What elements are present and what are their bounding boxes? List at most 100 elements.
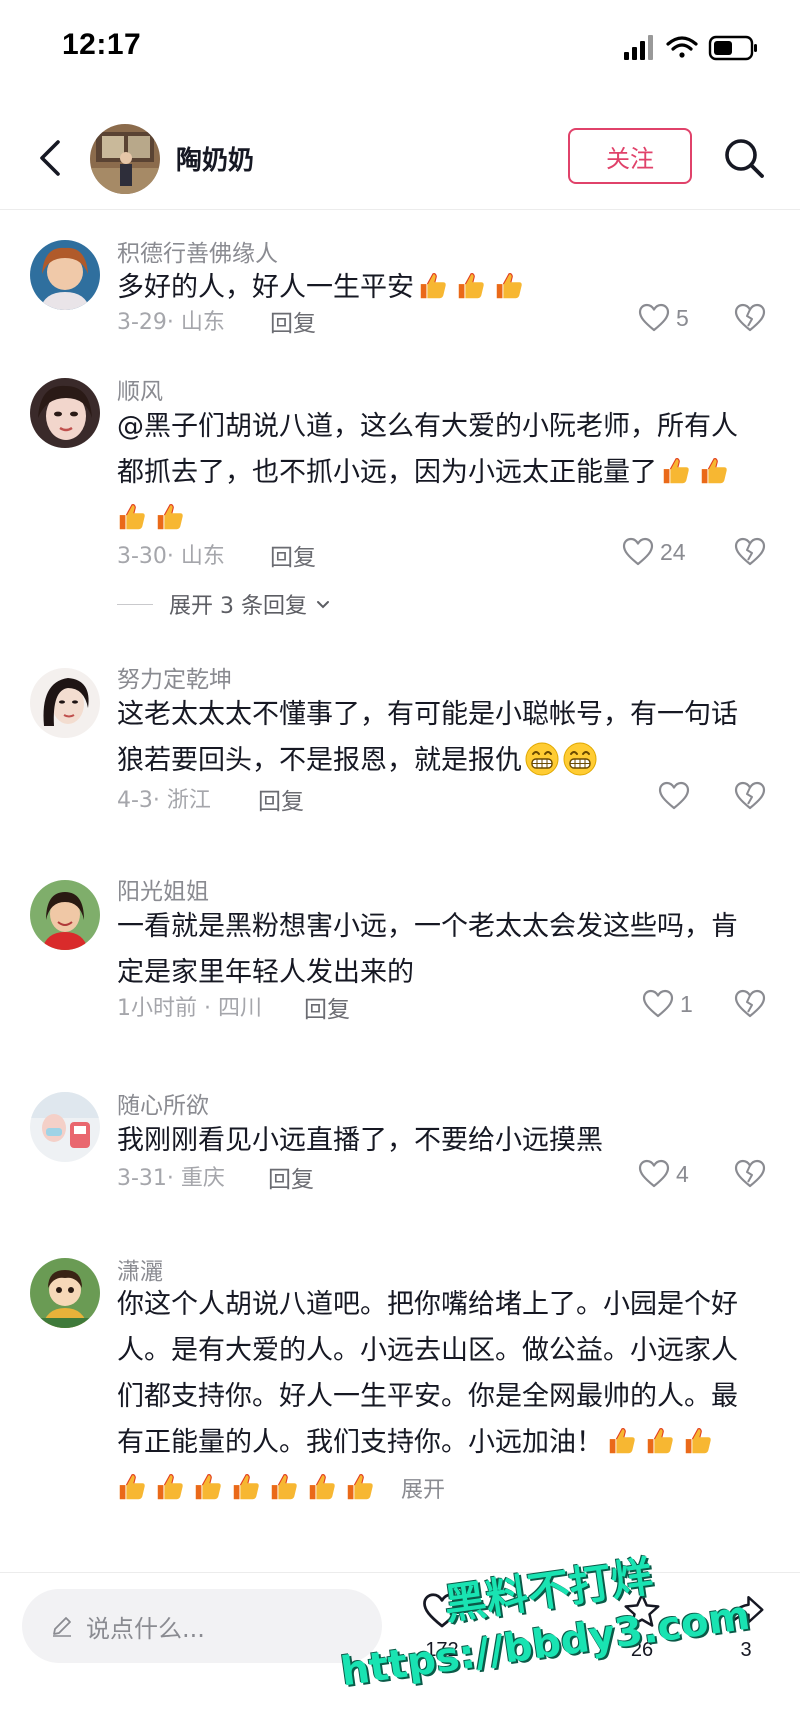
comment-meta: 3-31· 重庆: [117, 1166, 225, 1191]
expand-comment-button[interactable]: 展开: [401, 1478, 445, 1503]
avatar[interactable]: [30, 1258, 100, 1328]
thumbs-up-emoji: [155, 502, 185, 532]
comment-text: 这老太太太不懂事了，有可能是小聪帐号，有一句话 狼若要回头，不是报恩，就是报仇: [117, 692, 767, 784]
comment-text: 一看就是黑粉想害小远，一个老太太会发这些吗，肯 定是家里年轻人发出来的: [117, 904, 767, 996]
comment-username[interactable]: 潇灑: [117, 1252, 163, 1286]
thumbs-up-emoji: [699, 456, 729, 486]
thumbs-up-emoji: [683, 1426, 713, 1456]
comment-text-content: 都抓去了，也不抓小远，因为小远太正能量了: [117, 457, 657, 488]
thumbs-up-emoji: [494, 271, 524, 301]
comment-text-content: 有正能量的人。我们支持你。小远加油！: [117, 1427, 603, 1458]
heart-icon: [642, 988, 674, 1020]
comment-input-placeholder: 说点什么...: [86, 1614, 205, 1643]
comment-input[interactable]: 说点什么...: [22, 1589, 382, 1663]
thumbs-up-emoji: [117, 502, 147, 532]
follow-button[interactable]: 关注: [568, 128, 692, 184]
comment-text-line: 展开: [117, 1466, 767, 1514]
like-button[interactable]: [658, 780, 696, 812]
avatar[interactable]: [30, 240, 100, 310]
like-button[interactable]: 24: [622, 536, 686, 568]
comment-text-line: 这老太太太不懂事了，有可能是小聪帐号，有一句话: [117, 699, 738, 730]
back-button[interactable]: [30, 134, 70, 182]
thumbs-up-emoji: [456, 271, 486, 301]
reply-button[interactable]: 回复: [270, 538, 316, 572]
like-button[interactable]: 4: [638, 1158, 689, 1190]
comment-username[interactable]: 顺风: [117, 372, 163, 406]
like-count: 4: [676, 1160, 689, 1187]
avatar[interactable]: [30, 668, 100, 738]
avatar[interactable]: [90, 124, 160, 194]
thumbs-up-emoji: [607, 1426, 637, 1456]
thumbs-up-emoji: [231, 1472, 261, 1502]
heart-icon: [638, 1158, 670, 1190]
thumbs-up-emoji: [307, 1472, 337, 1502]
chevron-left-icon: [40, 140, 60, 176]
reply-button[interactable]: 回复: [304, 990, 350, 1024]
expand-replies-label: 展开 3 条回复: [169, 594, 307, 619]
status-icons: [624, 34, 764, 62]
share-count: 3: [740, 1639, 752, 1661]
search-button[interactable]: [720, 134, 770, 184]
expand-replies-button[interactable]: 展开 3 条回复: [117, 588, 333, 620]
comment-meta: 3-29· 山东: [117, 310, 225, 335]
broken-heart-icon[interactable]: [734, 536, 766, 568]
heart-icon: [638, 302, 670, 334]
avatar[interactable]: [30, 378, 100, 448]
comment-meta: 1小时前 · 四川: [117, 996, 262, 1021]
avatar[interactable]: [30, 1092, 100, 1162]
divider: [117, 603, 153, 605]
reply-button[interactable]: 回复: [268, 1160, 314, 1194]
comment-meta: 4-3· 浙江: [117, 788, 211, 813]
comment-text-line: 都抓去了，也不抓小远，因为小远太正能量了: [117, 450, 767, 496]
comment-list[interactable]: 积德行善佛缘人 多好的人，好人一生平安 3-29· 山东 回复 5 顺风 @黑子…: [0, 212, 800, 1572]
broken-heart-icon[interactable]: [734, 780, 766, 812]
thumbs-up-emoji: [418, 271, 448, 301]
pencil-icon: [53, 1617, 71, 1637]
comment-text: 你这个人胡说八道吧。把你嘴给堵上了。小园是个好 人。是有大爱的人。小远去山区。做…: [117, 1282, 767, 1514]
header: 陶奶奶 关注: [0, 110, 800, 210]
heart-icon: [622, 536, 654, 568]
comment-username[interactable]: 努力定乾坤: [117, 660, 232, 694]
comment-username[interactable]: 随心所欲: [117, 1086, 209, 1120]
comment-text-line: 有正能量的人。我们支持你。小远加油！: [117, 1420, 767, 1466]
comment-text-line: 们都支持你。好人一生平安。你是全网最帅的人。最: [117, 1381, 738, 1412]
wifi-icon: [666, 36, 698, 58]
thumbs-up-emoji: [269, 1472, 299, 1502]
like-button[interactable]: 1: [642, 988, 693, 1020]
comment-text-line: 狼若要回头，不是报恩，就是报仇: [117, 738, 767, 784]
thumbs-up-emoji: [117, 1472, 147, 1502]
like-button[interactable]: 5: [638, 302, 689, 334]
grinning-face-emoji: [524, 741, 560, 777]
like-count: 5: [676, 304, 689, 331]
comment-text-line: 你这个人胡说八道吧。把你嘴给堵上了。小园是个好: [117, 1289, 738, 1320]
comment-text-line: 人。是有大爱的人。小远去山区。做公益。小远家人: [117, 1335, 738, 1366]
grinning-face-emoji: [562, 741, 598, 777]
comment-username[interactable]: 阳光姐姐: [117, 872, 209, 906]
chevron-down-icon: [316, 601, 329, 609]
thumbs-up-emoji: [193, 1472, 223, 1502]
comment-text-line: 一看就是黑粉想害小远，一个老太太会发这些吗，肯: [117, 911, 738, 942]
like-count: 1: [680, 990, 693, 1017]
avatar[interactable]: [30, 880, 100, 950]
broken-heart-icon[interactable]: [734, 988, 766, 1020]
broken-heart-icon[interactable]: [734, 302, 766, 334]
comment-text-content: 多好的人，好人一生平安: [117, 272, 414, 303]
status-time: 12:17: [62, 28, 142, 61]
comment-meta: 3-30· 山东: [117, 544, 225, 569]
status-bar: 12:17: [0, 0, 800, 96]
reply-button[interactable]: 回复: [258, 782, 304, 816]
battery-icon: [708, 35, 757, 61]
page-title: 陶奶奶: [176, 146, 255, 176]
signal-icon: [624, 35, 653, 60]
like-count: 24: [660, 538, 686, 565]
thumbs-up-emoji: [155, 1472, 185, 1502]
search-icon: [725, 139, 764, 178]
thumbs-up-emoji: [645, 1426, 675, 1456]
thumbs-up-emoji: [345, 1472, 375, 1502]
comment-username[interactable]: 积德行善佛缘人: [117, 234, 278, 268]
comment-text: @黑子们胡说八道，这么有大爱的小阮老师，所有人 都抓去了，也不抓小远，因为小远太…: [117, 404, 767, 542]
comment-text-content: 狼若要回头，不是报恩，就是报仇: [117, 745, 522, 776]
comment-text-line: @黑子们胡说八道，这么有大爱的小阮老师，所有人: [117, 411, 738, 442]
reply-button[interactable]: 回复: [270, 304, 316, 338]
broken-heart-icon[interactable]: [734, 1158, 766, 1190]
